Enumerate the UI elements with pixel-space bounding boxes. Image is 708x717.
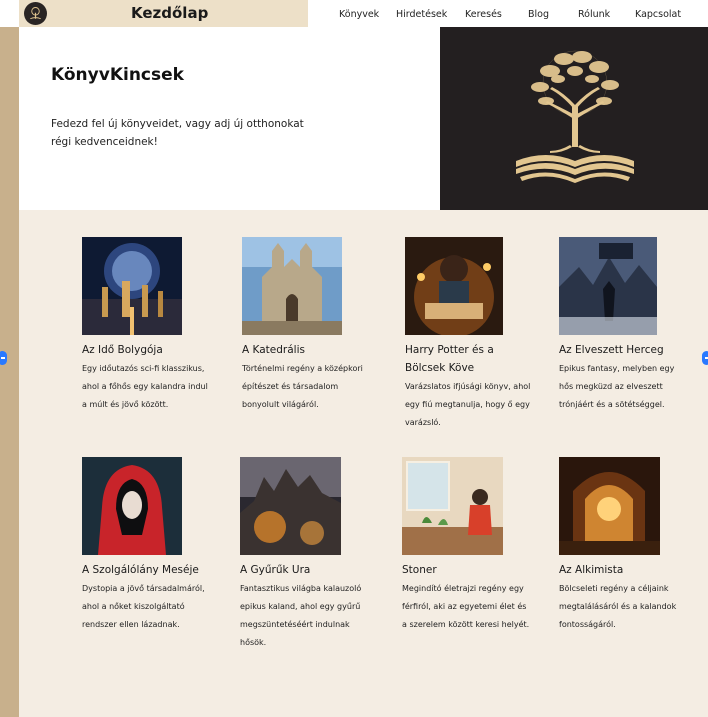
book-description: Megindító életrajzi regény egy férfiról,…	[402, 584, 530, 629]
book-description: Bölcseleti regény a céljaink megtalálásá…	[559, 584, 677, 629]
hero-image	[440, 27, 708, 210]
book-cover[interactable]	[242, 237, 342, 335]
book-card[interactable]: A Katedrális Történelmi regény a középko…	[242, 237, 372, 414]
book-card[interactable]: Az Alkimista Bölcseleti regény a céljain…	[559, 457, 689, 634]
nav-item-konyvek[interactable]: Könyvek	[339, 9, 379, 20]
book-title: A Katedrális	[242, 344, 305, 356]
top-bar: Kezdőlap Könyvek Hirdetések Keresés Blog…	[0, 0, 708, 27]
tree-book-logo-icon[interactable]	[24, 2, 47, 25]
hero-section: KönyvKincsek Fedezd fel új könyveidet, v…	[19, 27, 708, 210]
nav-item-hirdetesek[interactable]: Hirdetések	[396, 9, 447, 20]
book-description: Fantasztikus világba kalauzoló epikus ka…	[240, 584, 362, 647]
book-card[interactable]: Az Elveszett Herceg Epikus fantasy, mely…	[559, 237, 689, 414]
right-resize-handle[interactable]	[702, 351, 708, 365]
book-cover[interactable]	[559, 457, 660, 555]
main-nav: Könyvek Hirdetések Keresés Blog Rólunk K…	[308, 0, 708, 27]
book-title: Az Elveszett Herceg	[559, 344, 664, 356]
book-grid: Az Idő Bolygója Egy időutazós sci-fi kla…	[19, 210, 708, 717]
book-description: Történelmi regény a középkori építészet …	[242, 364, 363, 409]
book-cover[interactable]	[405, 237, 503, 335]
nav-item-blog[interactable]: Blog	[528, 9, 549, 20]
book-title: Stoner	[402, 564, 437, 576]
page-title: Kezdőlap	[131, 4, 209, 22]
book-cover[interactable]	[82, 237, 182, 335]
book-title: A Gyűrűk Ura	[240, 564, 311, 576]
book-cover[interactable]	[559, 237, 657, 335]
nav-item-kereses[interactable]: Keresés	[465, 9, 502, 20]
book-card[interactable]: A Gyűrűk Ura Fantasztikus világba kalauz…	[240, 457, 370, 652]
book-cover[interactable]	[402, 457, 503, 555]
book-title: A Szolgálólány Meséje	[82, 564, 199, 576]
book-card[interactable]: Az Idő Bolygója Egy időutazós sci-fi kla…	[82, 237, 212, 414]
nav-item-rolunk[interactable]: Rólunk	[578, 9, 610, 20]
book-description: Egy időutazós sci-fi klasszikus, ahol a …	[82, 364, 208, 409]
hero-text: Fedezd fel új könyveidet, vagy adj új ot…	[51, 118, 304, 148]
book-description: Epikus fantasy, melyben egy hős megküzd …	[559, 364, 675, 409]
tree-on-book-illustration	[516, 50, 634, 183]
book-card[interactable]: Harry Potter és a Bölcsek Köve Varázslat…	[405, 237, 535, 432]
book-title: Az Idő Bolygója	[82, 344, 163, 356]
nav-item-kapcsolat[interactable]: Kapcsolat	[635, 9, 681, 20]
book-card[interactable]: Stoner Megindító életrajzi regény egy fé…	[402, 457, 532, 634]
book-card[interactable]: A Szolgálólány Meséje Dystopia a jövő tá…	[82, 457, 212, 634]
book-title: Az Alkimista	[559, 564, 624, 576]
brand-block: Kezdőlap	[19, 0, 308, 27]
hero-title: KönyvKincsek	[51, 65, 184, 85]
book-description: Dystopia a jövő társadalmáról, ahol a nő…	[82, 584, 205, 629]
left-resize-handle[interactable]	[0, 351, 7, 365]
book-cover[interactable]	[240, 457, 341, 555]
book-title: Harry Potter és a Bölcsek Köve	[405, 344, 494, 374]
book-description: Varázslatos ifjúsági könyv, ahol egy fiú…	[405, 382, 531, 427]
book-cover[interactable]	[82, 457, 182, 555]
